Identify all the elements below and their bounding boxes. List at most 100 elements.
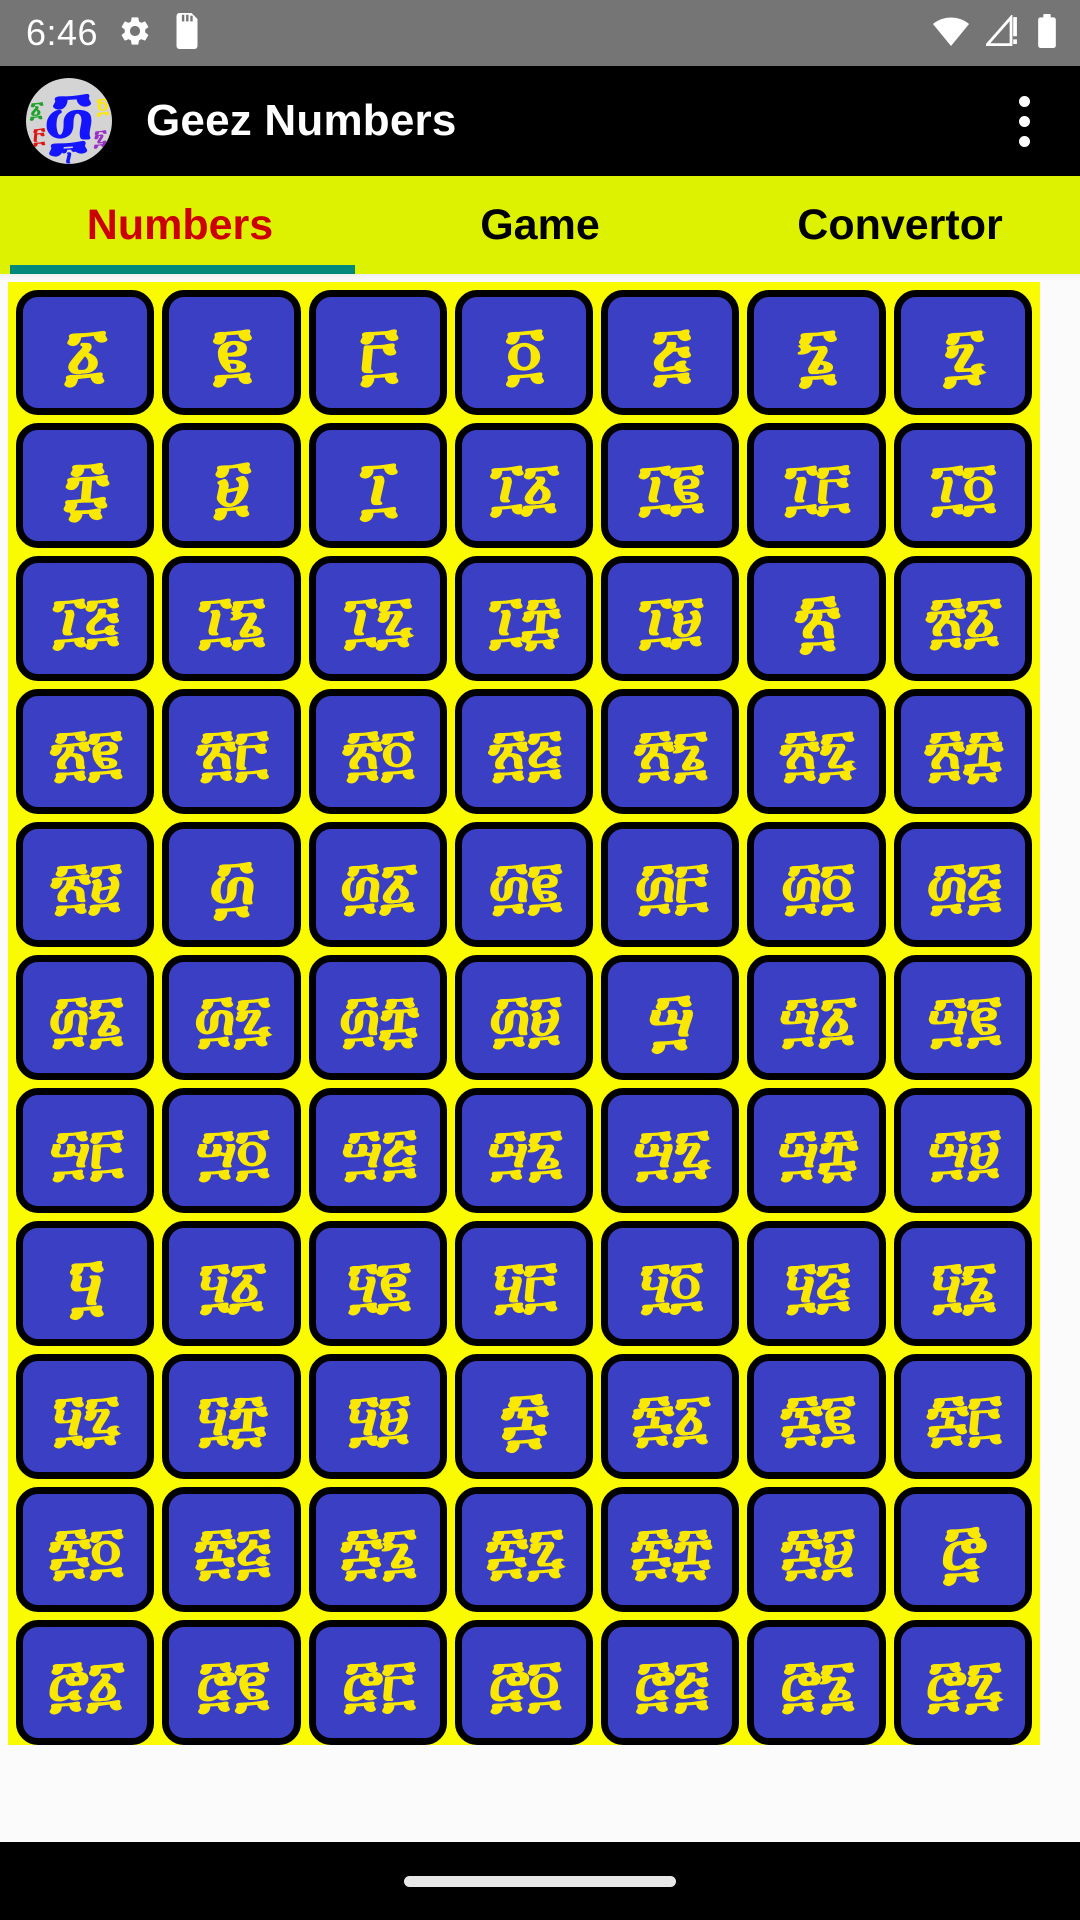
number-tile[interactable]: ፷፯ <box>454 1487 594 1612</box>
number-tile[interactable]: ፵፭ <box>308 1088 447 1213</box>
number-tile[interactable]: ፴፬ <box>747 822 886 947</box>
number-tile[interactable]: ፯ <box>893 290 1032 415</box>
number-tile[interactable]: ፴፯ <box>162 955 301 1080</box>
number-tile-glyph: ፲ <box>360 444 397 527</box>
number-tile[interactable]: ፷፬ <box>16 1487 155 1612</box>
number-tile[interactable]: ፳፬ <box>308 689 447 814</box>
number-tile[interactable]: ፷፫ <box>893 1354 1032 1479</box>
number-tile[interactable]: ፷፪ <box>747 1354 886 1479</box>
number-tile[interactable]: ፸፬ <box>454 1620 594 1745</box>
number-tile[interactable]: ፮ <box>747 290 886 415</box>
number-tile[interactable]: ፸፭ <box>601 1620 740 1745</box>
number-tile[interactable]: ፵ <box>601 955 740 1080</box>
number-tile[interactable]: ፲፭ <box>16 556 155 681</box>
number-tile[interactable]: ፸፫ <box>308 1620 447 1745</box>
number-tile[interactable]: ፵፮ <box>454 1088 594 1213</box>
number-tile[interactable]: ፷፰ <box>601 1487 740 1612</box>
status-bar-left: 6:46 <box>26 12 202 54</box>
number-tile-glyph: ፴፫ <box>634 847 708 921</box>
system-navigation-bar <box>0 1842 1080 1920</box>
number-tile[interactable]: ፶፱ <box>308 1354 447 1479</box>
number-tile[interactable]: ፴፰ <box>308 955 447 1080</box>
number-tile[interactable]: ፶፯ <box>16 1354 155 1479</box>
number-tile-glyph: ፲፰ <box>489 581 561 655</box>
number-tile[interactable]: ፳፫ <box>162 689 301 814</box>
number-tile[interactable]: ፳፰ <box>893 689 1032 814</box>
number-tile[interactable]: ፵፱ <box>893 1088 1032 1213</box>
number-tile[interactable]: ፲ <box>308 423 447 548</box>
number-tile[interactable]: ፸፪ <box>162 1620 301 1745</box>
number-tile-glyph: ፶፰ <box>197 1379 267 1453</box>
number-tile[interactable]: ፶፬ <box>601 1221 740 1346</box>
number-tile[interactable]: ፷፱ <box>747 1487 886 1612</box>
number-tile[interactable]: ፴፱ <box>454 955 594 1080</box>
number-tile[interactable]: ፶ <box>16 1221 155 1346</box>
home-indicator[interactable] <box>404 1875 676 1887</box>
number-tile[interactable]: ፲፬ <box>893 423 1032 548</box>
number-tile[interactable]: ፶፫ <box>454 1221 594 1346</box>
number-tile[interactable]: ፷፩ <box>601 1354 740 1479</box>
number-tile[interactable]: ፳፭ <box>454 689 594 814</box>
number-tile-glyph: ፲፭ <box>52 581 120 655</box>
number-tile[interactable]: ፶፮ <box>893 1221 1032 1346</box>
number-tile[interactable]: ፷፭ <box>162 1487 301 1612</box>
number-tile[interactable]: ፰ <box>16 423 155 548</box>
number-tile[interactable]: ፲፪ <box>601 423 740 548</box>
numbers-grid-scroll-area[interactable]: ፩ ፪ ፫ ፬ ፭ ፮ ፯ ፰ ፱ ፲ ፲፩ ፲፪ ፲፫ ፲፬ ፲፭ ፲፮ ፲፯ ፲፰ ፲፱ ፳ ፳፩ ፳፪ ፳፫ ፳፬ ፳፭ ፳… <box>0 282 1080 1842</box>
number-tile[interactable]: ፲፩ <box>454 423 594 548</box>
number-tile[interactable]: ፴፮ <box>16 955 155 1080</box>
number-tile[interactable]: ፴ <box>162 822 301 947</box>
number-tile[interactable]: ፶፭ <box>747 1221 886 1346</box>
number-tile[interactable]: ፵፬ <box>162 1088 301 1213</box>
number-tile[interactable]: ፸፮ <box>747 1620 886 1745</box>
number-tile[interactable]: ፵፫ <box>16 1088 155 1213</box>
number-tile-glyph: ፱ <box>213 444 251 527</box>
number-tile-glyph: ፶፯ <box>52 1379 119 1453</box>
number-tile[interactable]: ፫ <box>308 290 447 415</box>
number-tile[interactable]: ፴፩ <box>308 822 447 947</box>
number-tile[interactable]: ፪ <box>162 290 301 415</box>
tab-numbers[interactable]: Numbers <box>0 176 360 274</box>
number-tile[interactable]: ፵፪ <box>893 955 1032 1080</box>
number-tile[interactable]: ፶፰ <box>162 1354 301 1479</box>
number-tile-glyph: ፳፫ <box>196 714 268 788</box>
number-tile[interactable]: ፸፯ <box>893 1620 1032 1745</box>
number-tile[interactable]: ፷ <box>454 1354 594 1479</box>
number-tile[interactable]: ፭ <box>601 290 740 415</box>
number-tile-glyph: ፴ <box>208 843 256 926</box>
number-tile[interactable]: ፴፪ <box>454 822 594 947</box>
number-tile[interactable]: ፱ <box>162 423 301 548</box>
number-tile[interactable]: ፳፮ <box>601 689 740 814</box>
number-tile[interactable]: ፵፰ <box>747 1088 886 1213</box>
number-tile[interactable]: ፳፱ <box>16 822 155 947</box>
number-tile[interactable]: ፷፮ <box>308 1487 447 1612</box>
number-tile[interactable]: ፲፱ <box>601 556 740 681</box>
more-options-icon[interactable] <box>994 78 1054 164</box>
number-tile[interactable]: ፳፯ <box>747 689 886 814</box>
number-tile[interactable]: ፳ <box>747 556 886 681</box>
number-tile[interactable]: ፳፪ <box>16 689 155 814</box>
number-tile[interactable]: ፶፩ <box>162 1221 301 1346</box>
number-tile[interactable]: ፩ <box>16 290 155 415</box>
number-tile-glyph: ፵፩ <box>778 980 857 1054</box>
number-tile[interactable]: ፴፫ <box>601 822 740 947</box>
tab-convertor[interactable]: Convertor <box>720 176 1080 274</box>
number-tile[interactable]: ፵፩ <box>747 955 886 1080</box>
number-tile[interactable]: ፶፪ <box>308 1221 447 1346</box>
number-tile-glyph: ፴፪ <box>488 847 562 921</box>
app-logo-icon: ፩ ፬ ፫ ፯ ፲ ፴ <box>26 78 112 164</box>
number-tile[interactable]: ፲፯ <box>308 556 447 681</box>
number-tile[interactable]: ፸ <box>893 1487 1032 1612</box>
tab-game[interactable]: Game <box>360 176 720 274</box>
number-tile[interactable]: ፵፯ <box>601 1088 740 1213</box>
number-tile[interactable]: ፴፭ <box>893 822 1032 947</box>
overflow-dot <box>1018 95 1030 107</box>
number-tile[interactable]: ፬ <box>454 290 594 415</box>
number-tile[interactable]: ፲፫ <box>747 423 886 548</box>
number-tile[interactable]: ፳፩ <box>893 556 1032 681</box>
number-tile-glyph: ፷፯ <box>485 1512 565 1586</box>
number-tile[interactable]: ፲፰ <box>454 556 594 681</box>
number-tile[interactable]: ፸፩ <box>16 1620 155 1745</box>
logo-glyph-top-left: ፩ <box>30 98 44 123</box>
number-tile[interactable]: ፲፮ <box>162 556 301 681</box>
